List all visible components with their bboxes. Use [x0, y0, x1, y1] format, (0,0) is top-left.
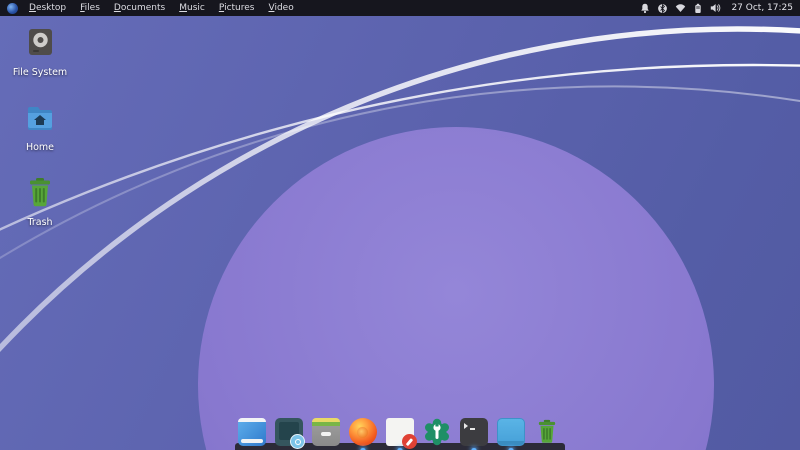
dock-screenshot-tool[interactable]: [275, 418, 303, 446]
menu-pictures[interactable]: Pictures: [219, 0, 255, 16]
menu-music[interactable]: Music: [179, 0, 205, 16]
volume-icon[interactable]: [710, 3, 721, 13]
menu-desktop[interactable]: Desktop: [29, 0, 66, 16]
desktop-icon-home[interactable]: Home: [6, 101, 74, 153]
dock-terminal[interactable]: [460, 418, 488, 446]
home-folder-icon: [24, 101, 56, 139]
firefox-icon: [349, 418, 377, 446]
wallpaper: [0, 0, 800, 450]
dock: [238, 418, 562, 446]
wifi-icon[interactable]: [675, 3, 686, 13]
dock-firefox[interactable]: [349, 418, 377, 446]
desktop-icon-column: File System Home: [6, 26, 74, 251]
file-manager-icon: [312, 418, 340, 446]
filesystem-drive-icon: [24, 26, 56, 64]
dock-file-manager[interactable]: [312, 418, 340, 446]
desktop-icon-label: Trash: [27, 217, 52, 228]
text-editor-icon: [386, 418, 414, 446]
notifications-icon[interactable]: [640, 3, 650, 14]
show-desktop-icon: [238, 418, 266, 446]
window-app-icon: [497, 418, 525, 446]
desktop-icon-label: File System: [13, 67, 67, 78]
desktop-icon-trash[interactable]: Trash: [6, 176, 74, 228]
top-panel: Desktop Files Documents Music Pictures V…: [0, 0, 800, 16]
distributor-logo-icon[interactable]: [7, 3, 18, 14]
dock-show-desktop[interactable]: [238, 418, 266, 446]
panel-clock[interactable]: 27 Oct, 17:25: [731, 0, 793, 16]
menu-documents[interactable]: Documents: [114, 0, 165, 16]
dock-window-app[interactable]: [497, 418, 525, 446]
menu-video[interactable]: Video: [268, 0, 293, 16]
desktop-screen: Desktop Files Documents Music Pictures V…: [0, 0, 800, 450]
screenshot-icon: [275, 418, 303, 446]
bluetooth-icon[interactable]: [658, 3, 667, 14]
menu-files[interactable]: Files: [80, 0, 100, 16]
trash-icon: [24, 176, 56, 214]
battery-icon[interactable]: [694, 3, 702, 14]
dock-text-editor[interactable]: [386, 418, 414, 446]
desktop-menubar: Desktop Files Documents Music Pictures V…: [29, 0, 294, 16]
dock-trash[interactable]: [534, 418, 562, 446]
settings-gear-icon: [423, 418, 451, 446]
desktop-icon-label: Home: [26, 142, 54, 153]
wallpaper-circle: [198, 127, 714, 450]
dock-settings-manager[interactable]: [423, 418, 451, 446]
dock-trash-icon: [534, 418, 562, 450]
system-tray: 27 Oct, 17:25: [640, 0, 793, 16]
terminal-icon: [460, 418, 488, 446]
desktop-icon-file-system[interactable]: File System: [6, 26, 74, 78]
